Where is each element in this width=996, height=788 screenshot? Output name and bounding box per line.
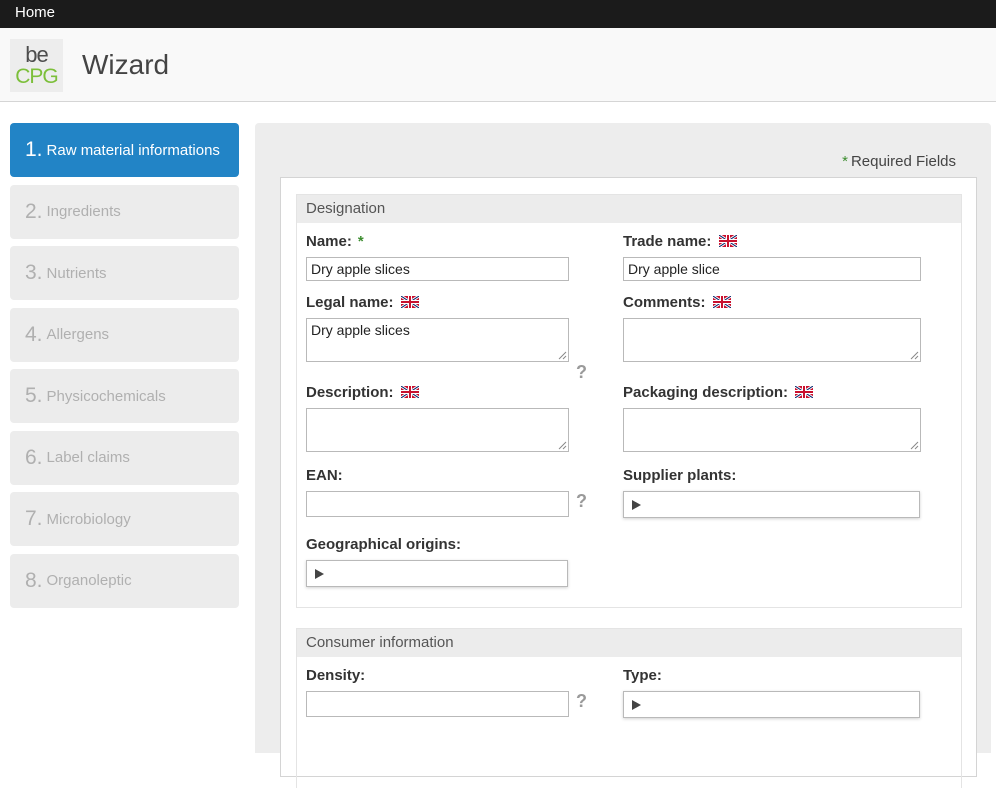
density-label: Density: <box>306 667 366 684</box>
required-star: * <box>842 153 848 170</box>
wizard-steps: 1. Raw material informations 2. Ingredie… <box>10 123 239 615</box>
packaging-description-label-text: Packaging description: <box>623 384 789 401</box>
wizard-step-raw-material-informations[interactable]: 1. Raw material informations <box>10 123 239 177</box>
page-title: Wizard <box>82 49 170 80</box>
legal-name-field[interactable]: Dry apple slices <box>306 318 569 362</box>
legal-name-label: Legal name: <box>306 294 419 311</box>
wizard-step-label-claims[interactable]: 6. Label claims <box>10 430 239 485</box>
geographical-origins-picker[interactable] <box>306 560 568 587</box>
description-field[interactable] <box>306 408 569 452</box>
step-label: Physicochemicals <box>46 387 166 405</box>
step-label: Ingredients <box>46 203 121 220</box>
step-number: 8. <box>25 568 43 592</box>
triangle-right-icon <box>632 500 641 510</box>
consumer-information-legend: Consumer information <box>297 629 961 657</box>
name-field[interactable]: Dry apple slices <box>306 257 569 281</box>
wizard-step-organoleptic[interactable]: 8. Organoleptic <box>10 553 239 608</box>
help-icon[interactable]: ? <box>576 491 587 512</box>
wizard-step-physicochemicals[interactable]: 5. Physicochemicals <box>10 369 239 423</box>
supplier-plants-picker[interactable] <box>623 491 920 518</box>
top-bar: Home <box>0 0 996 28</box>
trade-name-label-text: Trade name: <box>623 233 712 250</box>
trade-name-label: Trade name: <box>623 233 737 250</box>
triangle-right-icon <box>315 569 324 579</box>
step-number: 7. <box>25 507 43 530</box>
uk-flag-icon <box>712 296 731 308</box>
required-fields-text: Required Fields <box>850 153 956 170</box>
logo-text-top: be <box>25 42 48 67</box>
wizard-form: Designation Name: * Dry apple slices Trad… <box>280 177 977 788</box>
help-icon[interactable]: ? <box>576 691 587 712</box>
wizard-step-ingredients[interactable]: 2. Ingredients <box>10 184 239 239</box>
packaging-description-field[interactable] <box>623 408 921 452</box>
wizard-step-microbiology[interactable]: 7. Microbiology <box>10 492 239 546</box>
resize-grip-icon[interactable] <box>910 351 919 360</box>
uk-flag-icon <box>795 386 814 398</box>
becpg-logo[interactable]: be CPG <box>10 39 63 92</box>
legal-name-label-text: Legal name: <box>306 294 394 311</box>
comments-label: Comments: <box>623 294 731 311</box>
name-required-star: * <box>357 233 364 250</box>
resize-grip-icon[interactable] <box>558 441 567 450</box>
uk-flag-icon <box>400 386 419 398</box>
page-header: be CPG Wizard <box>0 28 996 102</box>
legal-name-value: Dry apple slices <box>311 322 410 338</box>
step-number: 4. <box>25 322 43 346</box>
logo-text-bottom: CPG <box>15 65 59 88</box>
step-label: Raw material informations <box>46 141 220 159</box>
designation-legend: Designation <box>297 195 961 223</box>
step-label: Label claims <box>46 449 130 466</box>
step-label: Organoleptic <box>46 572 132 589</box>
step-number: 3. <box>25 261 43 284</box>
uk-flag-icon <box>718 235 737 247</box>
trade-name-field[interactable]: Dry apple slice <box>623 257 921 281</box>
step-number: 2. <box>25 199 43 223</box>
step-label: Allergens <box>46 326 110 343</box>
type-label: Type: <box>623 667 662 684</box>
geographical-origins-label: Geographical origins: <box>306 536 462 553</box>
resize-grip-icon[interactable] <box>910 441 919 450</box>
wizard-step-nutrients[interactable]: 3. Nutrients <box>10 246 239 300</box>
wizard-step-allergens[interactable]: 4. Allergens <box>10 307 239 362</box>
packaging-description-label: Packaging description: <box>623 384 814 401</box>
description-label: Description: <box>306 384 419 401</box>
step-label: Microbiology <box>46 510 131 528</box>
name-label: Name: * <box>306 233 364 250</box>
name-label-text: Name: <box>306 233 352 250</box>
step-number: 1. <box>25 138 43 161</box>
step-number: 5. <box>25 384 43 407</box>
designation-fieldset: Designation Name: * Dry apple slices Trad… <box>296 194 962 608</box>
home-link[interactable]: Home <box>15 4 55 21</box>
resize-grip-icon[interactable] <box>558 351 567 360</box>
consumer-information-fieldset: Consumer information Density: ? Type: <box>296 628 962 788</box>
ean-field[interactable] <box>306 491 569 517</box>
ean-label: EAN: <box>306 467 343 484</box>
comments-label-text: Comments: <box>623 294 706 311</box>
required-fields-note: * Required Fields <box>842 153 956 170</box>
density-field[interactable] <box>306 691 569 717</box>
help-icon[interactable]: ? <box>576 362 587 383</box>
uk-flag-icon <box>400 296 419 308</box>
type-picker[interactable] <box>623 691 920 718</box>
step-label: Nutrients <box>46 264 107 282</box>
supplier-plants-label: Supplier plants: <box>623 467 737 484</box>
wizard-panel: * Required Fields Designation Name: * Dry … <box>255 123 991 788</box>
triangle-right-icon <box>632 700 641 710</box>
step-number: 6. <box>25 445 43 469</box>
description-label-text: Description: <box>306 384 394 401</box>
comments-field[interactable] <box>623 318 921 362</box>
